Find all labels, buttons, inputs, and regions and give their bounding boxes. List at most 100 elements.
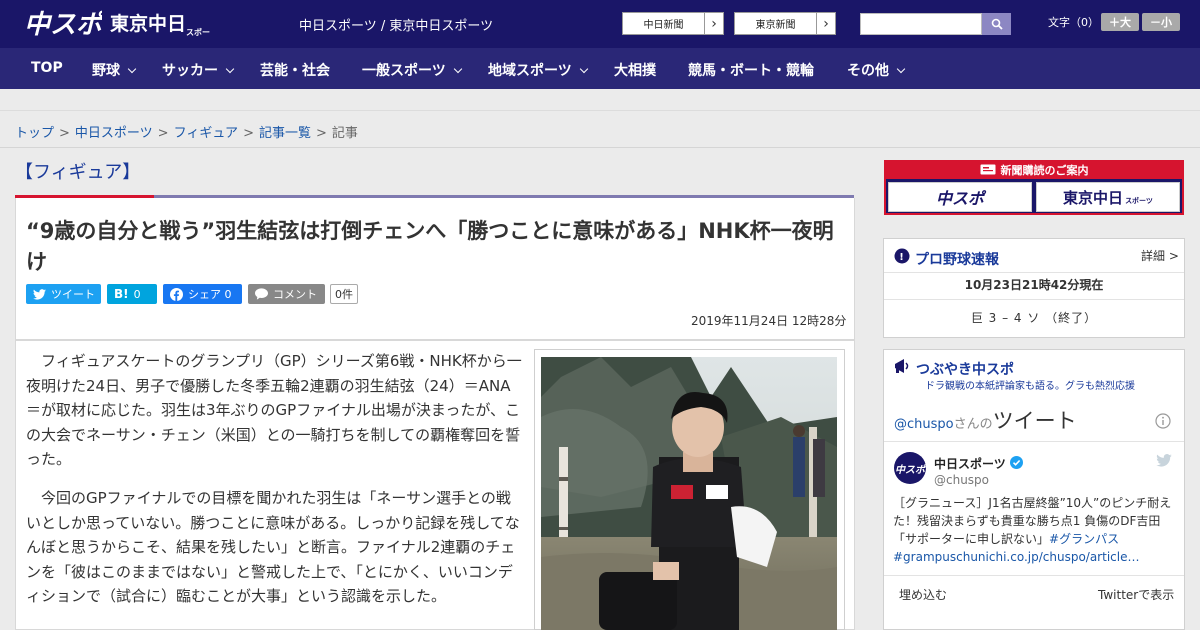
twitter-bird-icon: [33, 288, 46, 300]
nav-item-racing[interactable]: 競馬・ボート・競輪: [688, 60, 814, 80]
nav-item-local-sports[interactable]: 地域スポーツ: [488, 60, 588, 80]
twitter-handle-link[interactable]: @chuspo: [894, 417, 954, 432]
divider: [884, 272, 1184, 273]
ad-logo-chuspo-text: 中スポ: [935, 189, 984, 208]
chunichi-shimbun-link[interactable]: 中日新聞 ›: [622, 12, 724, 35]
view-on-twitter-link[interactable]: Twitterで表示: [1098, 586, 1174, 603]
hatena-bookmark-button[interactable]: B! 0: [107, 284, 157, 304]
breadcrumb: トップ > 中日スポーツ > フィギュア > 記事一覧 > 記事: [15, 122, 358, 141]
article-category[interactable]: 【フィギュア】: [15, 158, 140, 184]
article-paragraph: フィギュアスケートのグランプリ（GP）シリーズ第6戦・NHK杯から一夜明けた24…: [26, 352, 522, 468]
breadcrumb-figure[interactable]: フィギュア: [174, 126, 238, 141]
baseball-detail-link[interactable]: 詳細 >: [1141, 247, 1179, 264]
search-button[interactable]: [982, 13, 1011, 35]
twitter-widget-subtitle: ドラ観戦の本紙評論家も語る。グラも熱烈応援: [925, 381, 1135, 392]
breadcrumb-bar: トップ > 中日スポーツ > フィギュア > 記事一覧 > 記事: [0, 110, 1200, 148]
nav-item-label: サッカー: [162, 63, 218, 79]
baseball-updated-time: 10月23日21時42分現在: [964, 278, 1104, 292]
nav-item-soccer[interactable]: サッカー: [162, 60, 235, 80]
main-nav: TOP 野球 サッカー 芸能・社会 一般スポーツ 地域スポーツ 大相撲 競馬・ボ…: [0, 48, 1200, 89]
tweet-body: ［グラニュース］J1名古屋終盤”10人”のピンチ耐えた！残留決まらずも貴重な勝ち…: [893, 496, 1172, 546]
ad-logo-tokyo-sub: スポーツ: [1125, 197, 1153, 205]
tweet-text: ［グラニュース］J1名古屋終盤”10人”のピンチ耐えた！残留決まらずも貴重な勝ち…: [893, 494, 1178, 566]
chevron-right-icon: ›: [816, 13, 835, 34]
comment-button[interactable]: コメント: [248, 284, 325, 304]
ad-logo-tokyo-text: 東京中日: [1063, 188, 1124, 207]
breadcrumb-separator: >: [59, 126, 70, 141]
facebook-icon: [170, 287, 183, 301]
article-paragraph: 今回のGPファイナルでの目標を聞かれた羽生は「ネーサン選手との戦いとしか思ってい…: [26, 489, 520, 605]
divider: [884, 575, 1184, 576]
font-size-label: 文字（0）: [1048, 16, 1099, 29]
info-icon[interactable]: [1155, 413, 1171, 429]
facebook-share-button[interactable]: シェア 0: [163, 284, 242, 304]
handle-suffix: さんの: [953, 417, 993, 432]
search-icon: [991, 18, 1003, 30]
newspaper-icon: [980, 164, 995, 175]
chevron-down-icon: [579, 64, 588, 74]
comment-label: コメント: [273, 288, 317, 301]
embed-link[interactable]: 埋め込む: [899, 586, 947, 603]
nav-item-label: 競馬・ボート・競輪: [688, 63, 814, 79]
subscription-title-text: 新聞購読のご案内: [1000, 163, 1089, 177]
speech-bubble-icon: [255, 288, 268, 300]
divider: [884, 441, 1184, 442]
skater-photo-image: [541, 357, 837, 630]
megaphone-icon: [895, 359, 909, 373]
tweet-account-handle[interactable]: @chuspo: [934, 473, 989, 487]
divider: [884, 299, 1184, 300]
breadcrumb-separator: >: [157, 126, 169, 141]
ad-logo-tokyo: 東京中日 スポーツ: [1036, 182, 1180, 212]
nav-item-general-sports[interactable]: 一般スポーツ: [362, 60, 462, 80]
nav-item-label: TOP: [31, 60, 63, 76]
hatena-bookmark-icon: B!: [114, 287, 129, 301]
tweets-label: ツイート: [992, 409, 1077, 433]
twitter-bird-icon[interactable]: [1156, 454, 1172, 467]
tweet-button[interactable]: ツイート: [26, 284, 101, 304]
ad-logo-chuspo: 中スポ: [888, 182, 1032, 212]
publish-date: 2019年11月24日 12時28分: [691, 314, 847, 328]
tweet-label: ツイート: [51, 288, 95, 301]
article-photo[interactable]: [541, 357, 837, 630]
svg-text:!: !: [899, 252, 904, 263]
tokyo-shimbun-label: 東京新聞: [755, 20, 796, 31]
tokyo-logo-text: 東京中日: [110, 12, 186, 35]
tokyo-logo-sub: スポーツ: [186, 27, 210, 37]
nav-item-entertainment[interactable]: 芸能・社会: [260, 60, 330, 80]
breadcrumb-top[interactable]: トップ: [15, 126, 54, 141]
nav-item-label: 野球: [92, 63, 120, 79]
nav-item-baseball[interactable]: 野球: [92, 60, 137, 80]
comment-count-badge: 0件: [330, 284, 358, 304]
chevron-down-icon: [225, 64, 235, 74]
tweet-link[interactable]: #grampuschunichi.co.jp/chuspo/article…: [893, 550, 1139, 564]
breadcrumb-article-list[interactable]: 記事一覧: [259, 126, 311, 141]
baseball-score[interactable]: 巨 3 – 4 ソ （終了）: [884, 309, 1184, 326]
subscription-banner-title: 新聞購読のご案内: [884, 160, 1184, 179]
font-decrease-button[interactable]: －小: [1142, 13, 1180, 31]
breadcrumb-separator: >: [243, 126, 254, 141]
search-input[interactable]: [860, 13, 982, 35]
facebook-share-label: シェア 0: [188, 288, 232, 301]
verified-badge-icon: [1010, 456, 1023, 469]
nav-item-label: 大相撲: [614, 63, 656, 79]
twitter-widget-title: つぶやき中スポ: [916, 362, 1014, 378]
nav-item-label: 芸能・社会: [260, 63, 330, 79]
nav-item-label: 地域スポーツ: [488, 63, 572, 79]
tweet-account-name[interactable]: 中日スポーツ: [934, 455, 1006, 472]
nav-item-sumo[interactable]: 大相撲: [614, 60, 656, 80]
chunichi-shimbun-label: 中日新聞: [643, 20, 684, 31]
chevron-down-icon: [896, 64, 906, 74]
article-headline: “9歳の自分と戦う”羽生結弦は打倒チェンへ「勝つことに意味がある」NHK杯一夜明…: [26, 219, 834, 274]
font-increase-button[interactable]: ＋大: [1101, 13, 1139, 31]
breadcrumb-chuspo[interactable]: 中日スポーツ: [75, 126, 153, 141]
avatar[interactable]: 中スポ: [894, 452, 926, 484]
nav-item-top[interactable]: TOP: [31, 60, 63, 76]
baseball-icon: !: [894, 248, 910, 264]
chevron-down-icon: [127, 64, 137, 74]
chuspo-logo[interactable]: 中スポ: [24, 6, 102, 40]
tokyo-shimbun-link[interactable]: 東京新聞 ›: [734, 12, 836, 35]
nav-item-other[interactable]: その他: [847, 60, 906, 80]
tokyo-chunichi-logo[interactable]: 東京中日 スポーツ: [110, 9, 210, 37]
tweet-hashtag[interactable]: #グランパス: [1049, 532, 1119, 546]
baseball-widget-title: プロ野球速報: [915, 252, 999, 268]
